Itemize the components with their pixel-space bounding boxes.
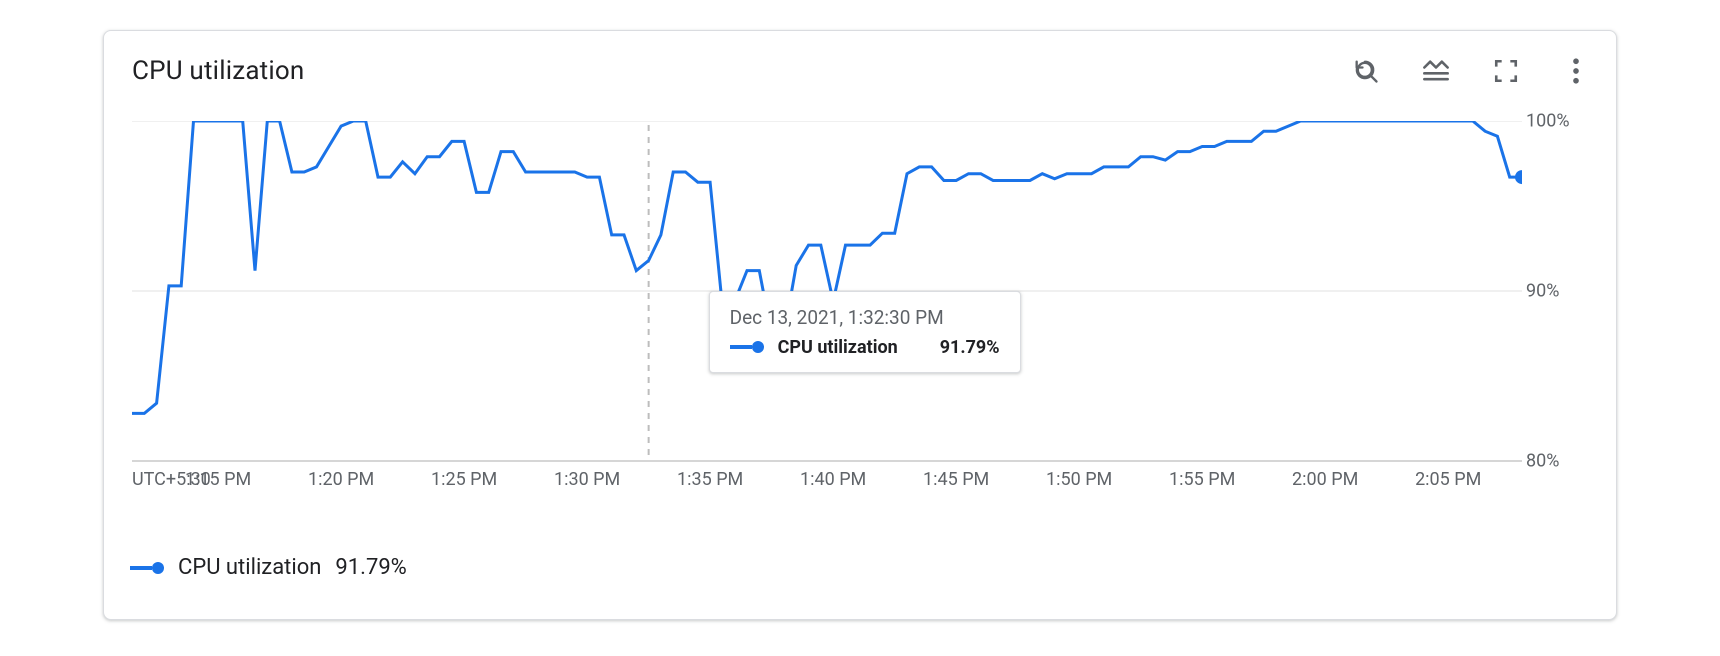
chart-tooltip: Dec 13, 2021, 1:32:30 PM CPU utilization… — [709, 291, 1021, 373]
legend-series-name: CPU utilization — [178, 555, 321, 580]
y-tick-label: 100% — [1526, 111, 1570, 132]
chart-toolbar — [1348, 53, 1594, 89]
x-tick-label: 2:05 PM — [1415, 469, 1481, 490]
y-tick-label: 80% — [1526, 451, 1559, 472]
chart-legend[interactable]: CPU utilization 91.79% — [130, 555, 1594, 580]
fullscreen-icon — [1493, 58, 1519, 84]
plot-area-wrap: 100% 90% 80% UTC+5:30 1:15 PM1:20 PM1:25… — [132, 121, 1594, 521]
x-tick-label: 1:30 PM — [554, 469, 620, 490]
x-tick-label: 1:40 PM — [800, 469, 866, 490]
x-axis-labels: UTC+5:30 1:15 PM1:20 PM1:25 PM1:30 PM1:3… — [132, 469, 1522, 491]
more-vert-icon — [1572, 58, 1580, 84]
card-header: CPU utilization — [132, 31, 1594, 111]
reset-zoom-button[interactable] — [1348, 53, 1384, 89]
x-tick-label: 1:25 PM — [431, 469, 497, 490]
tooltip-swatch — [730, 341, 764, 353]
tooltip-time: Dec 13, 2021, 1:32:30 PM — [730, 306, 1000, 329]
x-tick-label: 1:55 PM — [1169, 469, 1235, 490]
x-tick-label: 1:45 PM — [923, 469, 989, 490]
chart-card: CPU utilization — [103, 30, 1617, 620]
more-options-button[interactable] — [1558, 53, 1594, 89]
x-tick-label: 1:50 PM — [1046, 469, 1112, 490]
y-tick-label: 90% — [1526, 281, 1559, 302]
x-tick-label: 1:35 PM — [677, 469, 743, 490]
series-current-dot — [1515, 170, 1522, 184]
x-tick-label: 1:15 PM — [185, 469, 251, 490]
legend-icon — [1421, 57, 1451, 85]
x-tick-label: 2:00 PM — [1292, 469, 1358, 490]
chart-title: CPU utilization — [132, 56, 305, 86]
reset-zoom-icon — [1352, 57, 1380, 85]
fullscreen-button[interactable] — [1488, 53, 1524, 89]
legend-toggle-button[interactable] — [1418, 53, 1454, 89]
legend-swatch — [130, 562, 164, 574]
plot-area[interactable]: 100% 90% 80% UTC+5:30 1:15 PM1:20 PM1:25… — [132, 121, 1522, 521]
tooltip-series-name: CPU utilization — [778, 337, 898, 358]
tooltip-value: 91.79% — [940, 337, 1000, 358]
y-axis-labels: 100% 90% 80% — [1526, 121, 1596, 461]
x-tick-label: 1:20 PM — [308, 469, 374, 490]
legend-value: 91.79% — [335, 555, 406, 580]
